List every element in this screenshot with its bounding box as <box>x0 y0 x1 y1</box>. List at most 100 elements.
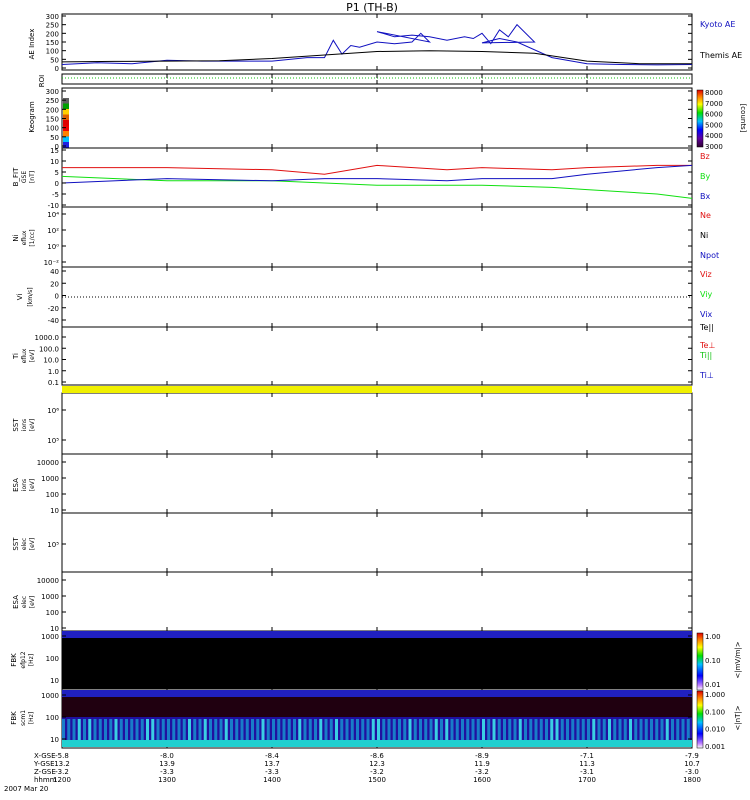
keogram-colorbar: 8000 7000 6000 5000 4000 3000 [counts] <box>696 89 747 151</box>
date-label: 2007 Mar 20 <box>4 785 48 793</box>
x-axis-value: 12.3 <box>369 760 385 768</box>
fbk2-streak <box>539 719 543 740</box>
fbk2-streak <box>119 719 123 740</box>
ae-panel: 300250200150100500 AE Index Kyoto AE The… <box>28 13 742 73</box>
keogram-cell <box>63 131 69 137</box>
fbk2-streak <box>497 719 501 740</box>
esa1-tick-label: 1000 <box>41 475 59 483</box>
bfit-unit: [nT] <box>29 171 36 183</box>
vi-tick-label: 40 <box>50 268 59 276</box>
fbk2-streak <box>314 719 317 740</box>
ti-tick-label: 1.0 <box>48 368 59 376</box>
fbk2-streak <box>529 719 533 740</box>
ni-tick-label: 10² <box>47 227 59 235</box>
bfit-tick-label: 0 <box>55 180 59 188</box>
keogram-cell <box>63 103 69 109</box>
legend-viz: Viz <box>700 270 712 279</box>
fbk1-tick-label: 10 <box>50 677 59 685</box>
fbk2-streak <box>403 719 407 740</box>
fbk2-streak <box>83 719 86 740</box>
fbk2-streak <box>461 719 464 740</box>
fbk2-streak <box>650 719 653 740</box>
legend-by: By <box>700 172 710 181</box>
row-label-zgse: Z-GSE <box>34 768 56 776</box>
x-axis-value: 1700 <box>578 776 596 784</box>
fbk2-streak <box>203 719 207 740</box>
fbk2-streak <box>392 719 396 740</box>
fbk2-streak <box>104 719 107 740</box>
fbk2-streak <box>581 719 585 740</box>
sst2-ylabel: SST <box>12 537 20 551</box>
fbk2-streak <box>345 719 349 740</box>
x-axis-value: 10.7 <box>684 760 700 768</box>
fbk2-streak <box>398 719 401 740</box>
fbk2-streak <box>188 719 191 740</box>
fbk2-streak <box>471 719 475 740</box>
fbk2-streak <box>350 719 354 740</box>
ti-tick-label: 10.0 <box>43 357 59 365</box>
x-axis-value: -8.4 <box>265 752 279 760</box>
fbk2-streak <box>482 719 485 740</box>
fbk1-tick-label: 100 <box>46 655 59 663</box>
fbk2-streak <box>172 719 176 740</box>
ni-tick-label: 10⁻² <box>44 259 60 267</box>
sst2-ylabel2: elec <box>21 538 28 550</box>
fbk2-streak <box>419 719 422 740</box>
fbk2-streak <box>245 719 249 740</box>
x-axis-value: 13.9 <box>159 760 175 768</box>
keogram-colorbar-tick: 4000 <box>705 132 723 140</box>
fbk2-streak <box>671 719 674 740</box>
vi-unit: [km/s] <box>27 287 34 306</box>
ti-tick-label: 100.0 <box>39 345 59 353</box>
keogram-cell <box>63 120 69 126</box>
fbk2-streak <box>450 719 454 740</box>
fbk2-streak <box>177 719 181 740</box>
keogram-cell <box>63 98 69 104</box>
bfit-ylabel2: GSE <box>21 171 28 183</box>
x-axis-value: -7.9 <box>685 752 699 760</box>
legend-ti-par: Ti|| <box>699 351 712 360</box>
fbk2-streak <box>665 719 669 740</box>
fbk2-streak <box>681 719 685 740</box>
row-label-ygse: Y-GSE <box>33 760 55 768</box>
fbk2-streak <box>676 719 680 740</box>
fbk2-streak <box>340 719 344 740</box>
fbk2-colorbar-tick: 0.010 <box>705 726 725 734</box>
esa1-ylabel: ESA <box>12 478 20 492</box>
x-axis-value: -5.8 <box>55 752 69 760</box>
fbk2-streak <box>518 719 522 740</box>
sst-ions-panel: 10⁶ 10⁵ SST ions [eV] <box>12 407 692 445</box>
keogram-cell <box>63 142 69 148</box>
vi-tick-label: -20 <box>48 305 59 313</box>
legend-te-par: Te|| <box>699 323 714 332</box>
sst2-tick-label: 10⁵ <box>47 541 59 549</box>
legend-bx: Bx <box>700 192 710 201</box>
x-axis-value: -3.2 <box>55 768 69 776</box>
fbk2-streak <box>440 719 443 740</box>
bfit-tick-label: -10 <box>48 202 59 210</box>
fbk2-colorbar-tick: 0.100 <box>705 708 725 716</box>
bfit-ylabel: B_FIT <box>12 167 20 186</box>
ti-ylabel2: eflux <box>21 348 28 363</box>
keogram-colorbar-tick: 5000 <box>705 121 723 129</box>
fbk2-streak <box>287 719 291 740</box>
fbk2-streak <box>377 719 380 740</box>
fbk2-streak <box>524 719 527 740</box>
fbk2-streak <box>571 719 575 740</box>
roi-panel: ROI <box>38 75 692 87</box>
bfit-tick-label: 5 <box>55 169 59 177</box>
fbk2-streak <box>261 719 265 740</box>
fbk2-streak <box>634 719 638 740</box>
keogram-ylabel: Keogram <box>28 101 36 132</box>
fbk2-streak <box>303 719 307 740</box>
fbk2-streak <box>109 719 113 740</box>
fbk2-streak <box>266 719 270 740</box>
fbk2-streak <box>429 719 433 740</box>
esa2-tick-label: 100 <box>46 609 59 617</box>
vi-panel: 40 20 0 -20 -40 Vi [km/s] Viz Viy Vix <box>16 268 713 325</box>
fbk2-tick-label: 1000 <box>41 692 59 700</box>
fbk2-streak <box>329 719 333 740</box>
ae-tick-label: 250 <box>46 22 59 30</box>
x-axis-value: 13.7 <box>264 760 280 768</box>
x-axis-value: -3.3 <box>160 768 174 776</box>
